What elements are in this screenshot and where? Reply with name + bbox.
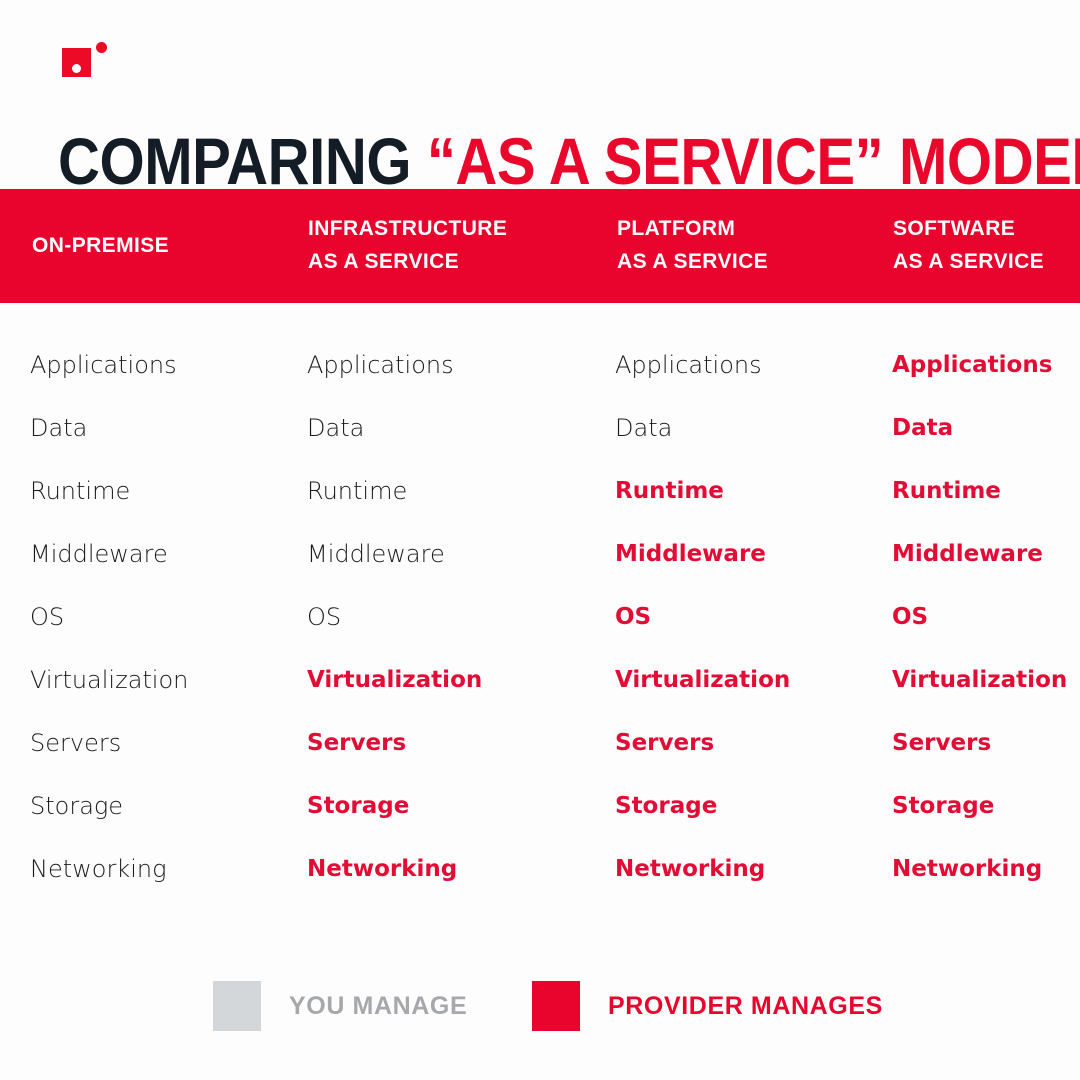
stack-item: Virtualization [30,666,189,694]
column-header-line2: AS A SERVICE [617,250,769,273]
legend-swatch-provider-manages [532,981,580,1031]
page-title: COMPARING “AS A SERVICE” MODELS [58,128,1080,194]
stack-item: Servers [30,729,122,757]
stack-item: Data [307,414,365,442]
title-part-red: “AS A SERVICE” MODELS [426,124,1080,199]
infographic-page: COMPARING “AS A SERVICE” MODELS ON-PREMI… [0,0,1080,1080]
stack-item: Storage [30,792,124,820]
legend-entry-provider-manages: PROVIDER MANAGES [532,980,883,1032]
stack-item: Servers [615,730,715,756]
legend: YOU MANAGE PROVIDER MANAGES [0,980,1080,1036]
column-header-line1: PLATFORM [617,217,736,241]
stack-item: Runtime [892,478,1001,504]
column-header-on-premise: ON-PREMISE [32,189,169,303]
stack-item: Applications [615,351,762,379]
stack-item: Storage [892,793,995,819]
stack-item: OS [615,604,652,630]
stack-column-iaas: Applications Data Runtime Middleware OS Virtu… [307,348,482,915]
column-header-line2: AS A SERVICE [308,250,460,273]
stack-item: Networking [30,855,167,883]
stack-item: Servers [892,730,992,756]
stack-item: Runtime [307,477,408,505]
stack-item: Virtualization [892,667,1068,693]
stack-item: Networking [892,856,1043,882]
column-header-line1: INFRASTRUCTURE [308,217,508,241]
stack-item: Applications [892,352,1053,378]
stack-item: Middleware [892,541,1043,567]
brand-logo [62,42,110,78]
column-header-line1: ON-PREMISE [32,233,170,257]
stack-item: Data [615,414,673,442]
stack-item: Servers [307,730,407,756]
stack-column-saas: Applications Data Runtime Middleware OS Virtu… [892,348,1067,915]
stack-item: Networking [307,856,458,882]
legend-label-provider-manages: PROVIDER MANAGES [608,991,883,1020]
stack-item: Middleware [30,540,168,568]
stack-item: Storage [307,793,410,819]
stack-item: Applications [30,351,177,379]
stack-item: Applications [307,351,454,379]
legend-swatch-you-manage [213,981,261,1031]
stack-item: Data [892,415,954,441]
column-header-line1: SOFTWARE [893,217,1016,241]
stack-item: Networking [615,856,766,882]
column-header-iaas: INFRASTRUCTURE AS A SERVICE [308,189,507,303]
column-header-saas: SOFTWARE AS A SERVICE [893,189,1044,303]
column-header-line2: AS A SERVICE [893,250,1045,273]
logo-inner-dot-icon [72,64,81,73]
stack-item: OS [307,603,342,631]
stack-column-on-premise: Applications Data Runtime Middleware OS Virtu… [30,348,188,915]
column-header-paas: PLATFORM AS A SERVICE [617,189,768,303]
stack-item: Middleware [307,540,445,568]
legend-entry-you-manage: YOU MANAGE [213,980,467,1032]
stack-column-paas: Applications Data Runtime Middleware OS Virtu… [615,348,790,915]
stack-item: OS [892,604,929,630]
logo-square-icon [62,48,91,77]
stack-item: Virtualization [307,667,483,693]
stack-item: Data [30,414,88,442]
column-headers-band: ON-PREMISE INFRASTRUCTURE AS A SERVICE P… [0,189,1080,303]
logo-accent-dot-icon [96,42,107,53]
stack-item: Runtime [615,478,724,504]
stack-item: Runtime [30,477,131,505]
stack-item: Middleware [615,541,766,567]
stack-item: Virtualization [615,667,791,693]
title-part-dark: COMPARING [58,124,412,199]
stack-item: Storage [615,793,718,819]
stack-item: OS [30,603,65,631]
legend-label-you-manage: YOU MANAGE [289,991,468,1020]
